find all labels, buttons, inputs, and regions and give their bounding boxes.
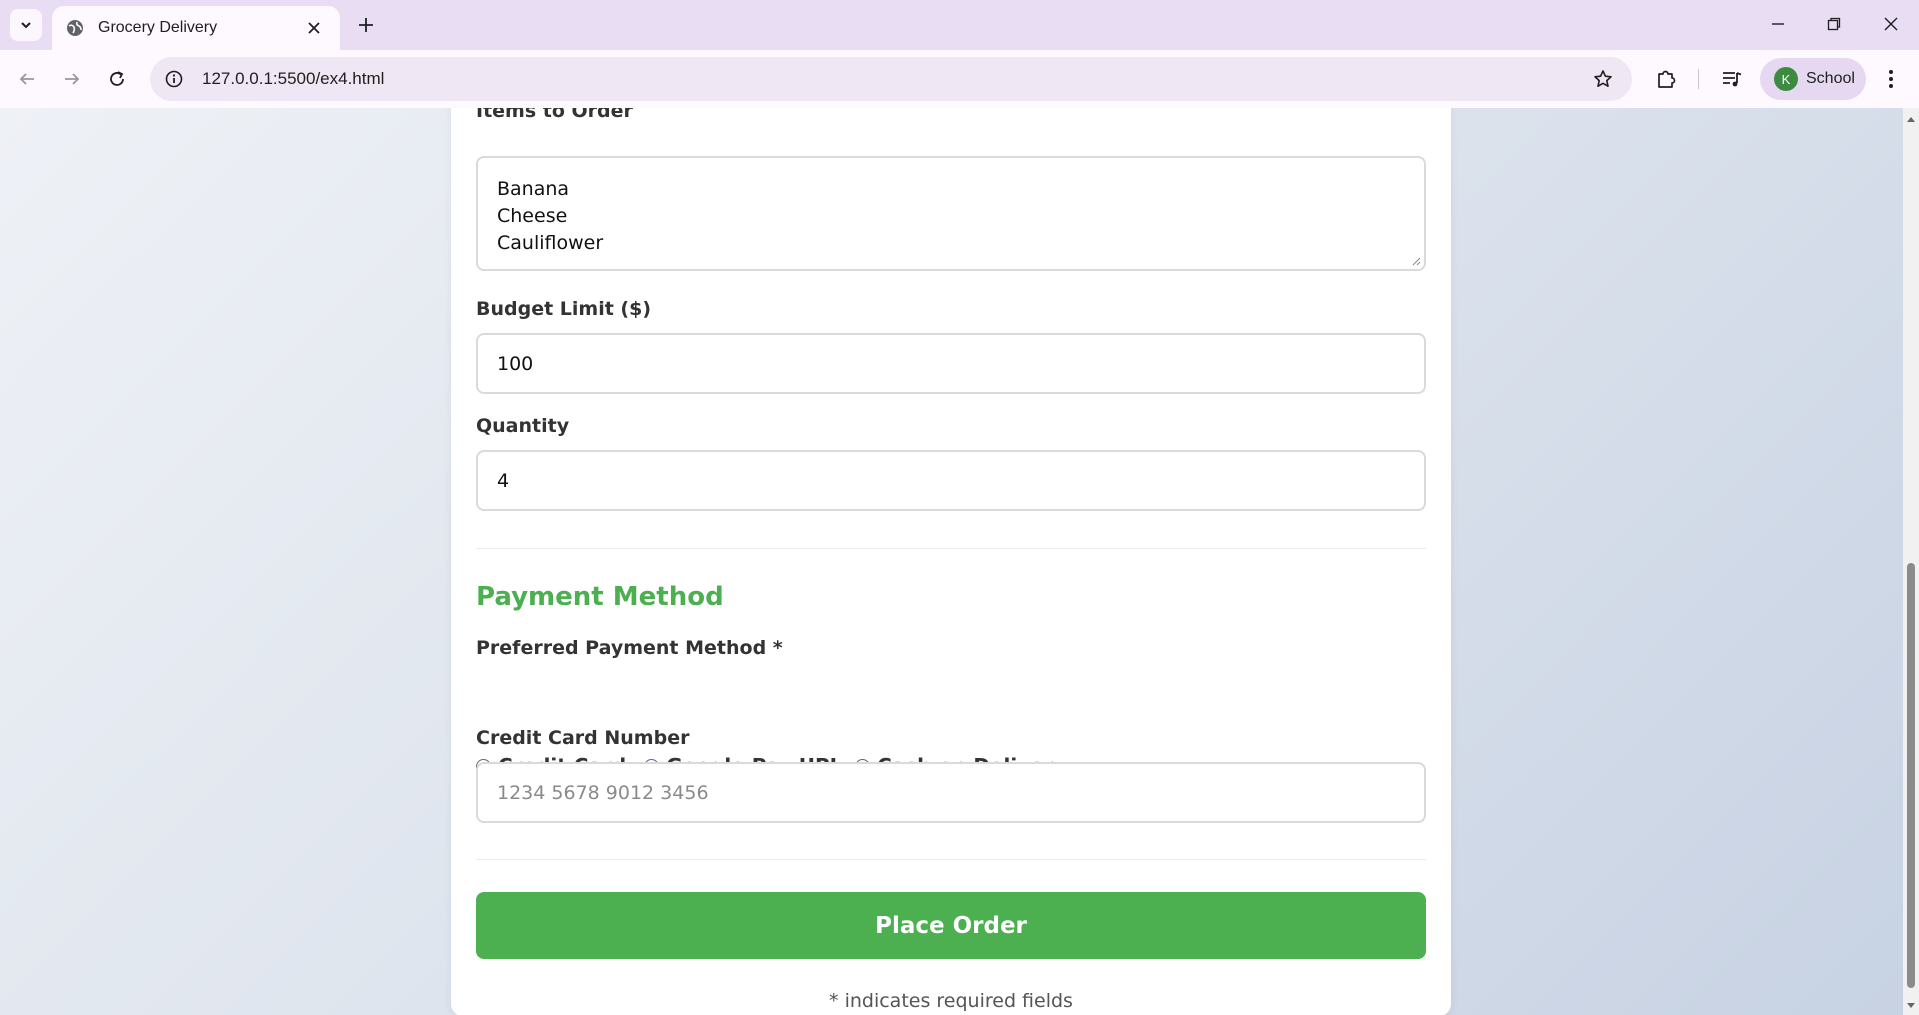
resize-handle-icon[interactable]: [1411, 256, 1421, 266]
quantity-input[interactable]: 4: [476, 450, 1426, 511]
scrollbar-thumb[interactable]: [1907, 563, 1915, 988]
chevron-down-icon: [21, 22, 31, 29]
budget-value: 100: [497, 352, 534, 375]
profile-button[interactable]: K School: [1760, 58, 1866, 100]
section-divider: [476, 859, 1426, 860]
site-info-icon[interactable]: [162, 67, 186, 91]
tab-strip: Grocery Delivery: [0, 0, 1919, 50]
payment-method-label: Preferred Payment Method *: [476, 637, 783, 659]
payment-section-title: Payment Method: [476, 582, 724, 612]
budget-label: Budget Limit ($): [476, 298, 652, 320]
quantity-label: Quantity: [476, 415, 570, 437]
quantity-value: 4: [497, 469, 510, 492]
scroll-up-icon[interactable]: [1906, 114, 1916, 124]
playlist-icon: [1723, 72, 1742, 87]
item-line: Cheese: [497, 205, 568, 227]
card-number-label: Credit Card Number: [476, 727, 690, 749]
required-fields-note: * indicates required fields: [829, 990, 1073, 1012]
back-arrow-icon: [19, 73, 34, 85]
page-scrollbar[interactable]: [1903, 108, 1919, 1015]
media-controls-button[interactable]: [1715, 62, 1749, 96]
restore-icon: [1827, 17, 1841, 31]
item-line: Cauliflower: [497, 232, 604, 254]
section-divider: [476, 548, 1426, 549]
browser-tab[interactable]: Grocery Delivery: [52, 6, 340, 50]
reload-icon: [110, 71, 124, 86]
browser-toolbar: 127.0.0.1:5500/ex4.html K School: [0, 50, 1919, 108]
card-number-input[interactable]: 1234 5678 9012 3456: [476, 762, 1426, 823]
close-window-button[interactable]: [1863, 4, 1919, 44]
minimize-icon: [1772, 23, 1784, 25]
forward-arrow-icon: [65, 73, 80, 85]
card-number-placeholder: 1234 5678 9012 3456: [497, 781, 709, 804]
tab-search-button[interactable]: [10, 9, 42, 41]
close-tab-icon[interactable]: [302, 16, 326, 40]
items-textarea[interactable]: Banana Cheese Cauliflower: [476, 156, 1426, 271]
scroll-down-icon[interactable]: [1906, 1001, 1916, 1011]
extensions-button[interactable]: [1649, 62, 1683, 96]
url-text: 127.0.0.1:5500/ex4.html: [202, 69, 385, 88]
address-bar[interactable]: 127.0.0.1:5500/ex4.html: [150, 57, 1632, 101]
item-line: Banana: [497, 178, 570, 200]
globe-icon: [66, 19, 84, 37]
new-tab-button[interactable]: [352, 11, 380, 39]
order-form-card: Items to Order Banana Cheese Cauliflower…: [451, 108, 1451, 1015]
profile-name: School: [1806, 70, 1855, 87]
restore-button[interactable]: [1806, 4, 1862, 44]
kebab-menu-icon: [1889, 70, 1893, 88]
page-viewport: Items to Order Banana Cheese Cauliflower…: [0, 108, 1903, 1015]
items-label: Items to Order: [476, 108, 633, 122]
forward-button[interactable]: [55, 62, 89, 96]
close-icon: [1884, 17, 1898, 31]
place-order-button[interactable]: Place Order: [476, 892, 1426, 959]
avatar: K: [1774, 67, 1798, 91]
tab-title: Grocery Delivery: [98, 19, 218, 36]
budget-input[interactable]: 100: [476, 333, 1426, 394]
bookmark-star-icon[interactable]: [1588, 64, 1618, 94]
toolbar-divider: [1698, 69, 1699, 89]
reload-button[interactable]: [100, 62, 134, 96]
plus-icon: [359, 18, 373, 32]
puzzle-icon: [1658, 70, 1676, 88]
browser-menu-button[interactable]: [1874, 62, 1908, 96]
minimize-button[interactable]: [1750, 4, 1806, 44]
back-button[interactable]: [10, 62, 44, 96]
